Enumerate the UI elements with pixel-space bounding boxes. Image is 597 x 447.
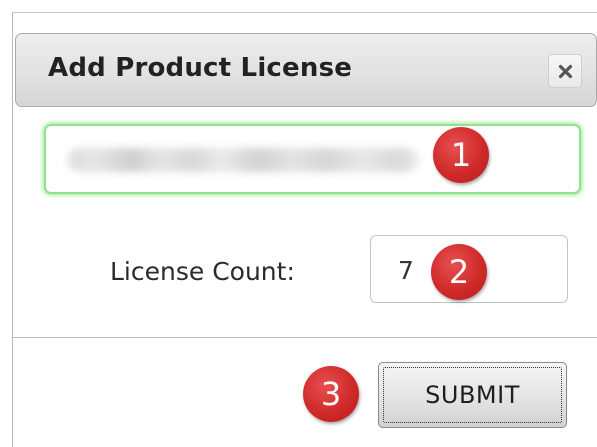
blurred-product-value: [68, 148, 418, 172]
submit-label: SUBMIT: [425, 381, 520, 409]
annotation-badge-3: 3: [303, 366, 359, 422]
close-button[interactable]: [548, 54, 582, 88]
close-icon: [558, 64, 573, 79]
footer-divider: [13, 337, 597, 338]
submit-button[interactable]: SUBMIT: [378, 362, 567, 428]
license-count-label: License Count:: [110, 257, 295, 286]
add-product-license-dialog: Add Product License 1 License Count: 7 2…: [12, 12, 597, 447]
license-count-value: 7: [398, 256, 414, 285]
product-key-input[interactable]: [44, 124, 581, 194]
dialog-title: Add Product License: [48, 53, 353, 83]
annotation-badge-1: 1: [433, 127, 489, 183]
annotation-badge-2: 2: [431, 244, 487, 300]
dialog-titlebar[interactable]: Add Product License: [15, 33, 597, 107]
